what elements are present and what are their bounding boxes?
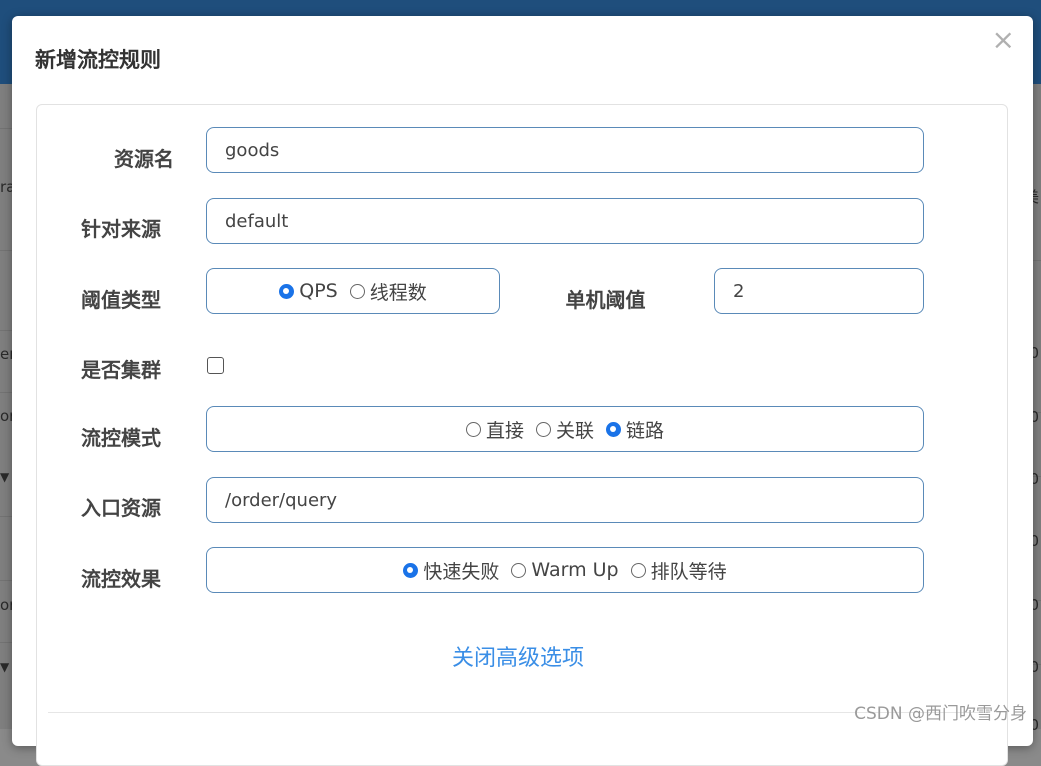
radio-fast-fail-label: 快速失败: [423, 560, 500, 583]
flow-mode-radio-group: 直接 关联 链路: [206, 406, 924, 452]
limit-app-label: 针对来源: [81, 217, 161, 241]
background-row-divider: [0, 642, 12, 643]
background-row-divider: [1033, 260, 1041, 261]
radio-queue[interactable]: 排队等待: [630, 557, 727, 584]
radio-thread-count-indicator[interactable]: [349, 283, 365, 299]
resource-name-input[interactable]: [207, 128, 923, 172]
radio-qps-indicator[interactable]: [279, 283, 295, 299]
radio-chain-indicator[interactable]: [606, 421, 621, 437]
radio-chain[interactable]: 链路: [606, 416, 664, 443]
background-row-divider: [0, 516, 12, 517]
watermark: CSDN @西门吹雪分身: [854, 704, 1027, 724]
radio-thread-count-label: 线程数: [369, 281, 427, 304]
limit-app-input[interactable]: [207, 199, 923, 243]
radio-fast-fail-indicator[interactable]: [403, 562, 419, 578]
single-threshold-field[interactable]: [714, 268, 924, 314]
background-row-divider: [0, 330, 12, 331]
background-dropdown-arrow: ▼: [0, 660, 10, 674]
single-threshold-input[interactable]: [715, 269, 923, 313]
radio-qps-label: QPS: [299, 280, 338, 302]
single-threshold-label: 单机阈值: [565, 288, 646, 312]
entry-resource-label: 入口资源: [81, 496, 161, 520]
add-flow-rule-dialog: 新增流控规则 × 资源名 针对来源 阈值类型 QPS 线程数: [12, 16, 1033, 766]
limit-app-field[interactable]: [206, 198, 924, 244]
radio-warm-up-indicator[interactable]: [511, 562, 527, 578]
radio-warm-up[interactable]: Warm Up: [511, 559, 619, 581]
close-icon[interactable]: ×: [992, 26, 1015, 54]
background-row-divider: [0, 128, 12, 129]
flow-mode-label: 流控模式: [81, 426, 161, 450]
radio-qps[interactable]: QPS: [279, 280, 338, 302]
resource-name-field[interactable]: [206, 127, 924, 173]
radio-direct[interactable]: 直接: [465, 416, 524, 443]
cluster-checkbox[interactable]: [207, 357, 224, 374]
radio-thread-count[interactable]: 线程数: [349, 278, 427, 305]
entry-resource-input[interactable]: [207, 478, 923, 522]
radio-relate[interactable]: 关联: [535, 416, 594, 443]
background-row-divider: [0, 392, 12, 393]
threshold-type-label: 阈值类型: [81, 288, 161, 312]
radio-relate-label: 关联: [555, 419, 594, 442]
dialog-title: 新增流控规则: [35, 48, 161, 72]
threshold-type-radio-group: QPS 线程数: [206, 268, 500, 314]
background-dropdown-arrow: ▼: [0, 470, 10, 484]
radio-chain-label: 链路: [626, 419, 665, 442]
footer-divider: [48, 712, 988, 713]
cluster-label: 是否集群: [81, 358, 161, 382]
radio-direct-label: 直接: [485, 419, 524, 442]
resource-name-label: 资源名: [114, 147, 174, 171]
flow-effect-label: 流控效果: [81, 567, 161, 591]
entry-resource-field[interactable]: [206, 477, 924, 523]
background-row-divider: [0, 580, 12, 581]
radio-relate-indicator[interactable]: [535, 421, 551, 437]
flow-effect-radio-group: 快速失败 Warm Up 排队等待: [206, 547, 924, 593]
radio-direct-indicator[interactable]: [465, 421, 481, 437]
radio-fast-fail[interactable]: 快速失败: [403, 557, 499, 584]
radio-queue-indicator[interactable]: [630, 562, 646, 578]
background-row-divider: [0, 250, 12, 251]
radio-warm-up-label: Warm Up: [531, 559, 619, 581]
close-advanced-options-link[interactable]: 关闭高级选项: [452, 640, 584, 672]
radio-queue-label: 排队等待: [650, 560, 727, 583]
